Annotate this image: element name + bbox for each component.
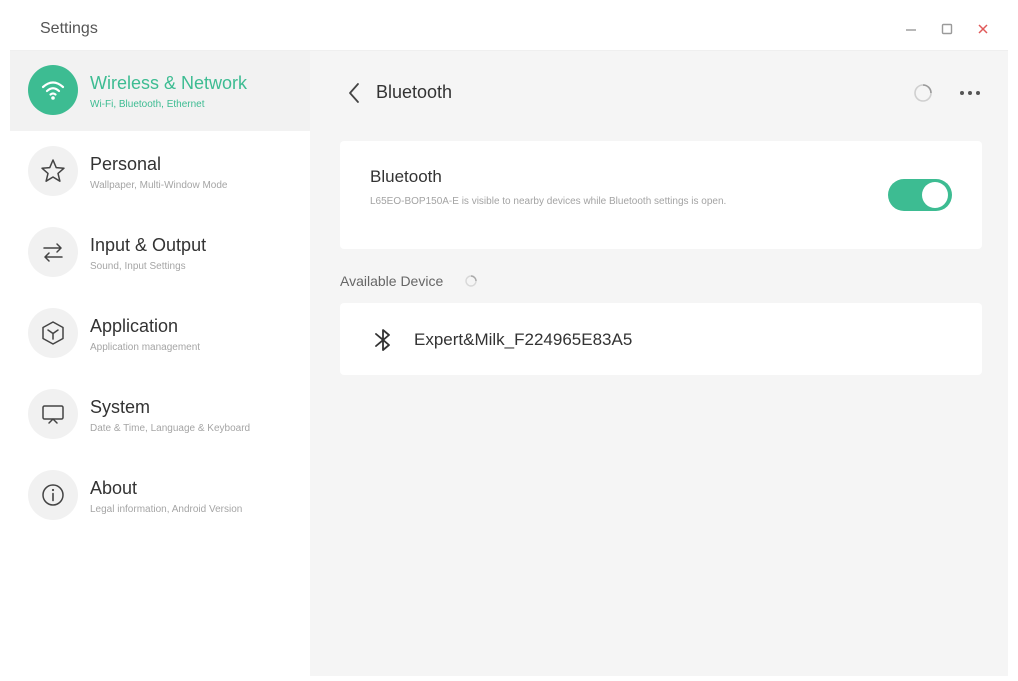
device-list-item[interactable]: Expert&Milk_F224965E83A5 <box>340 303 982 375</box>
sidebar-item-input-output[interactable]: Input & Output Sound, Input Settings <box>10 213 310 293</box>
back-button[interactable] <box>342 79 366 107</box>
sidebar-item-label: System <box>90 397 151 417</box>
minimize-button[interactable] <box>900 18 922 40</box>
available-device-label: Available Device <box>340 273 444 289</box>
sidebar-item-subtitle: Sound, Input Settings <box>90 261 186 272</box>
application-cube-icon <box>28 308 78 358</box>
close-button[interactable] <box>972 18 994 40</box>
refresh-button[interactable] <box>910 80 936 106</box>
title-bar: Settings <box>10 8 1008 50</box>
sidebar-item-subtitle: Wi-Fi, Bluetooth, Ethernet <box>90 99 205 110</box>
main-panel: Bluetooth Bluetooth L65EO-BOP150A-E is v… <box>310 51 1008 676</box>
toggle-knob <box>922 182 948 208</box>
minimize-icon <box>906 29 916 31</box>
more-dots-icon <box>960 91 980 95</box>
close-icon <box>978 24 988 34</box>
maximize-button[interactable] <box>936 18 958 40</box>
sidebar-item-label: About <box>90 478 138 498</box>
settings-window: Settings Wireless & Network Wi-Fi, Bluet… <box>10 8 1008 676</box>
chevron-left-icon <box>349 83 359 103</box>
wifi-icon <box>28 65 78 115</box>
info-icon <box>28 470 78 520</box>
sidebar-item-label: Input & Output <box>90 235 207 255</box>
sidebar-item-label: Wireless & Network <box>90 73 248 93</box>
sidebar-item-about[interactable]: About Legal information, Android Version <box>10 456 310 536</box>
star-icon <box>28 146 78 196</box>
sidebar-item-subtitle: Wallpaper, Multi-Window Mode <box>90 180 228 191</box>
sidebar-item-personal[interactable]: Personal Wallpaper, Multi-Window Mode <box>10 132 310 212</box>
sidebar-item-wireless-network[interactable]: Wireless & Network Wi-Fi, Bluetooth, Eth… <box>10 51 310 131</box>
sidebar: Wireless & Network Wi-Fi, Bluetooth, Eth… <box>10 51 310 676</box>
swap-arrows-icon <box>28 227 78 277</box>
sidebar-item-label: Application <box>90 316 179 336</box>
sidebar-item-subtitle: Application management <box>90 342 201 353</box>
bluetooth-toggle[interactable] <box>888 179 952 211</box>
monitor-icon <box>28 389 78 439</box>
refresh-spinner-icon <box>914 84 932 102</box>
app-title: Settings <box>40 20 98 37</box>
bluetooth-card: Bluetooth L65EO-BOP150A-E is visible to … <box>340 141 982 249</box>
page-title: Bluetooth <box>376 82 453 102</box>
device-name: Expert&Milk_F224965E83A5 <box>414 330 633 349</box>
sidebar-item-application[interactable]: Application Application management <box>10 294 310 374</box>
bluetooth-icon <box>370 327 396 353</box>
bluetooth-description: L65EO-BOP150A-E is visible to nearby dev… <box>370 196 727 207</box>
maximize-icon <box>941 23 953 35</box>
sidebar-item-system[interactable]: System Date & Time, Language & Keyboard <box>10 375 310 455</box>
bluetooth-title: Bluetooth <box>370 167 442 186</box>
sidebar-item-subtitle: Legal information, Android Version <box>90 504 243 515</box>
sidebar-item-label: Personal <box>90 154 162 174</box>
more-options-button[interactable] <box>956 80 984 106</box>
sidebar-item-subtitle: Date & Time, Language & Keyboard <box>90 423 251 434</box>
loading-spinner-icon <box>465 275 477 287</box>
